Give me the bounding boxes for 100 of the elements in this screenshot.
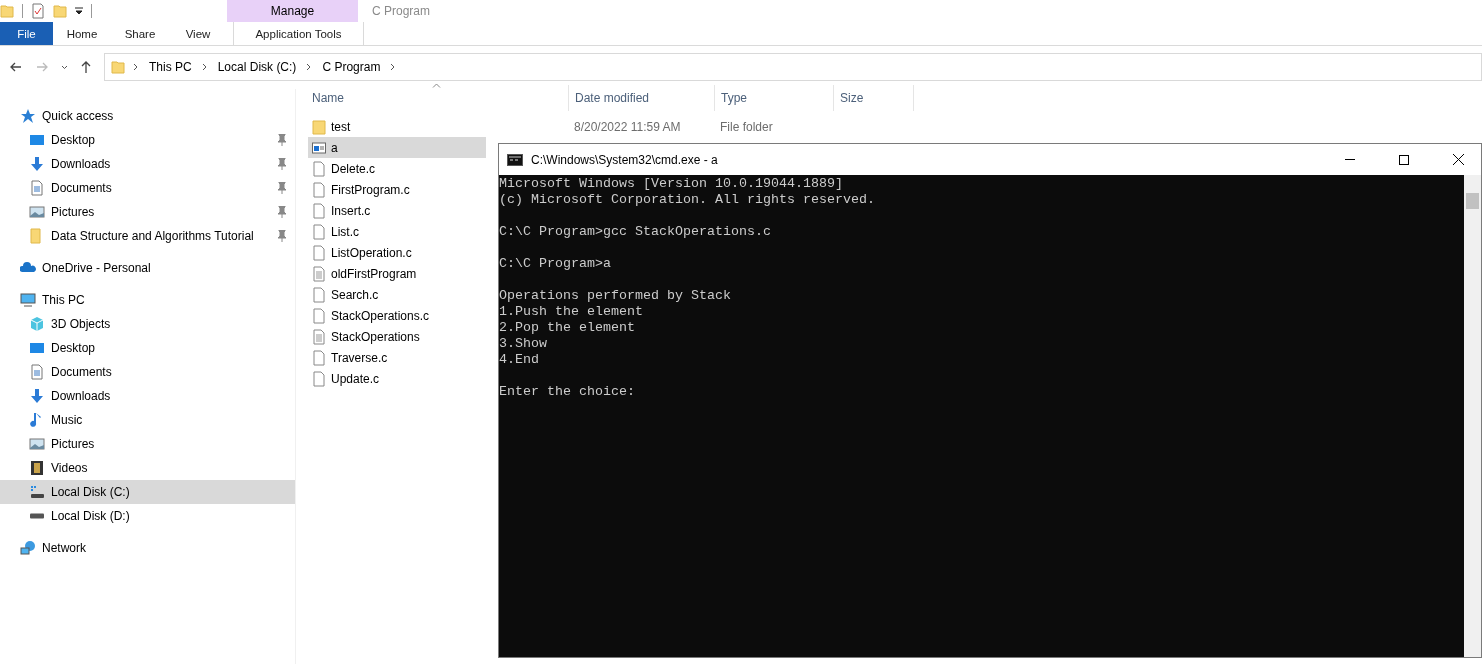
nav-item[interactable]: Music [0,408,295,432]
console-line: Enter the choice: [499,384,636,400]
window-title: C Program [372,4,430,18]
console-line: Operations performed by Stack [499,288,732,304]
chevron-icon [201,63,208,71]
nav-item[interactable]: This PC [0,288,295,312]
file-name: test [331,119,351,134]
chevron-icon [133,63,139,71]
ribbon-tab[interactable]: Application Tools [233,22,364,45]
new-folder-icon [53,4,67,18]
file-name: Delete.c [331,161,376,176]
file-name: a [331,140,338,155]
application-icon [312,139,326,156]
file-name: Traverse.c [331,350,388,365]
file-row[interactable]: Delete.c [308,158,486,179]
file-row[interactable]: a [308,137,486,158]
console-line: C:\C Program>gcc StackOperations.c [499,224,772,240]
nav-item[interactable]: Downloads [0,384,295,408]
column-header[interactable]: Name [312,85,569,111]
breadcrumb[interactable]: This PC [147,60,194,74]
nav-item[interactable]: Downloads [0,152,295,176]
scrollbar[interactable] [1464,175,1481,657]
file-row[interactable]: StackOperations [308,326,486,347]
pin-icon[interactable] [277,182,287,194]
text-file-icon [312,328,326,345]
file-row[interactable]: ListOperation.c [308,242,486,263]
nav-item[interactable]: Videos [0,456,295,480]
nav-item[interactable]: Documents [0,176,295,200]
dropdown-icon[interactable] [75,7,83,15]
chevron-icon [390,63,397,71]
cube-icon [29,316,45,332]
console-line: (c) Microsoft Corporation. All rights reserved. [499,192,876,208]
file-icon [312,160,326,177]
properties-icon[interactable] [31,3,45,19]
breadcrumb[interactable]: Local Disk (C:) [215,60,299,74]
pin-icon[interactable] [277,158,287,170]
file-icon [312,307,326,324]
chevron-down-icon [60,64,68,70]
left-arrow-icon [10,62,22,72]
picture-icon [29,436,45,452]
console-line: 4.End [499,352,540,368]
nav-item[interactable]: Desktop [0,336,295,360]
file-name: Update.c [331,371,380,386]
nav-item[interactable]: Documents [0,360,295,384]
file-name: FirstProgram.c [331,182,410,197]
address-bar[interactable]: This PC Local Disk (C:) C Program [104,53,1482,81]
chevron-icon [306,63,313,71]
pin-icon[interactable] [277,206,287,218]
file-name: ListOperation.c [331,245,412,260]
file-icon [312,181,326,198]
nav-item[interactable]: Pictures [0,200,295,224]
desktop-icon [29,132,45,148]
file-row[interactable]: Traverse.c [308,347,486,368]
console-title: C:\Windows\System32\cmd.exe - a [531,152,719,167]
file-icon [312,223,326,240]
down-arrow-icon [29,156,45,172]
file-row[interactable]: StackOperations.c [308,305,486,326]
file-row[interactable]: Update.c [308,368,486,389]
right-arrow-icon [36,62,48,72]
drive-icon [29,513,45,519]
column-header[interactable]: Size [834,85,914,111]
file-name: Insert.c [331,203,371,218]
drive-icon [29,484,45,500]
pin-icon[interactable] [277,230,287,242]
folder-icon [0,4,14,18]
nav-item[interactable]: 3D Objects [0,312,295,336]
nav-item[interactable]: Network [0,536,295,560]
film-icon [29,460,45,476]
pin-star-icon [20,108,36,124]
file-icon [312,202,326,219]
file-name: List.c [331,224,359,239]
column-header[interactable]: Date modified [569,85,715,111]
file-icon [312,370,326,387]
breadcrumb[interactable]: C Program [320,60,383,74]
nav-item[interactable]: Local Disk (C:) [0,480,295,504]
nav-item[interactable]: Quick access [0,104,295,128]
console-line: Microsoft Windows [Version 10.0.19044.1889] [499,176,844,192]
file-row[interactable]: oldFirstProgram [308,263,486,284]
pin-icon[interactable] [277,134,287,146]
network-icon [20,540,36,556]
file-row[interactable]: Search.c [308,284,486,305]
console-icon [507,153,523,166]
file-icon [312,244,326,261]
file-name: StackOperations [331,329,420,344]
file-row[interactable]: test 8/20/2022 11:59 AM File folder [308,116,903,137]
nav-item[interactable]: Pictures [0,432,295,456]
console-line: C:\C Program>a [499,256,612,272]
close-icon [1452,154,1464,165]
file-row[interactable]: Insert.c [308,200,486,221]
nav-item[interactable]: Desktop [0,128,295,152]
file-row[interactable]: List.c [308,221,486,242]
nav-item[interactable]: OneDrive - Personal [0,256,295,280]
column-header[interactable]: Type [715,85,834,111]
file-type: File folder [719,119,774,134]
file-row[interactable]: FirstProgram.c [308,179,486,200]
ribbon-tab[interactable]: File [0,22,53,45]
folder-icon [111,60,125,74]
nav-item[interactable]: Data Structure and Algorithms Tutorial [0,224,295,248]
nav-item[interactable]: Local Disk (D:) [0,504,295,528]
console-line: 2.Pop the element [499,320,636,336]
